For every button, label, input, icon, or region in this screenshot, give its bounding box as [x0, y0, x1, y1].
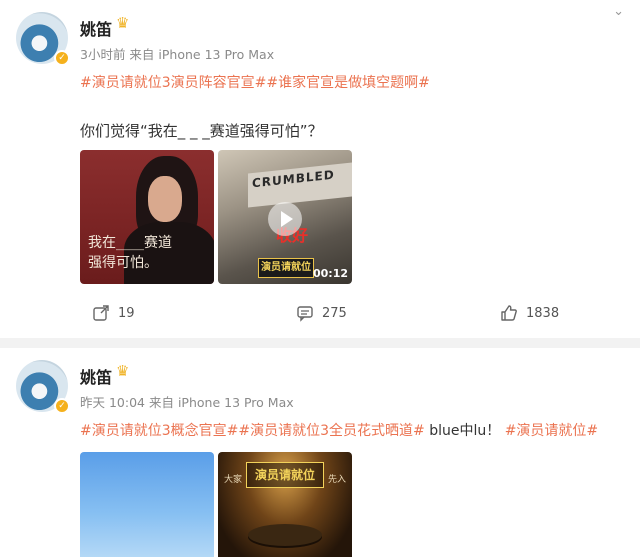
crown-icon: ♛	[116, 14, 130, 32]
post-image[interactable]: 演员请就位 大家 先入	[218, 452, 352, 557]
post-card: ✓ 姚笛 ♛ 3小时前 来自 iPhone 13 Pro Max ⌄ #演员请就…	[0, 0, 640, 338]
image-side-text: 先入	[327, 475, 346, 485]
repost-icon	[93, 305, 109, 321]
crown-icon: ♛	[116, 362, 130, 380]
author-name[interactable]: 姚笛	[80, 364, 112, 388]
stage-table	[248, 524, 322, 546]
like-button[interactable]: 1838	[500, 304, 559, 322]
verified-icon: ✓	[54, 50, 70, 66]
poster-text: 强得可怕。	[88, 255, 158, 271]
play-icon[interactable]	[268, 202, 302, 236]
topic-link[interactable]: #演员请就位3概念官宣#	[80, 423, 238, 439]
repost-count: 19	[118, 305, 135, 321]
post-meta: 3小时前 来自 iPhone 13 Pro Max	[80, 47, 275, 62]
topic-link[interactable]: #谁家官宣是做填空题啊#	[266, 75, 429, 91]
topic-link[interactable]: #演员请就位3全员花式晒道#	[238, 423, 424, 439]
video-duration: 00:12	[312, 267, 348, 280]
like-count: 1838	[526, 305, 560, 321]
image-side-text: 大家	[224, 475, 243, 485]
action-bar: 19 275 1838	[0, 298, 640, 330]
show-logo: 演员请就位	[246, 462, 324, 488]
author-name[interactable]: 姚笛	[80, 16, 112, 40]
chevron-down-icon[interactable]: ⌄	[613, 4, 624, 19]
topic-tags: #演员请就位3演员阵容官宣##谁家官宣是做填空题啊#	[80, 72, 430, 92]
comment-button[interactable]: 275	[296, 304, 347, 322]
post-video[interactable]: CRUMBLED 收好 演员请就位 00:12	[218, 150, 352, 284]
post-meta: 昨天 10:04 来自 iPhone 13 Pro Max	[80, 395, 294, 410]
topic-tags: #演员请就位3概念官宣##演员请就位3全员花式晒道# blue中lu！ #演员请…	[80, 420, 598, 440]
topic-link[interactable]: #演员请就位#	[505, 423, 598, 439]
post-text: 你们觉得“我在_ _ _赛道强得可怕”？	[80, 122, 323, 140]
topic-link[interactable]: #演员请就位3演员阵容官宣#	[80, 75, 266, 91]
comment-icon	[297, 306, 313, 322]
verified-icon: ✓	[54, 398, 70, 414]
show-logo: 演员请就位	[258, 258, 314, 278]
poster-text: 我在____赛道	[88, 235, 172, 251]
repost-button[interactable]: 19	[92, 304, 135, 322]
post-image[interactable]: 我在____赛道 强得可怕。	[80, 150, 214, 284]
comment-count: 275	[322, 305, 347, 321]
like-icon	[501, 305, 517, 321]
post-card: ✓ 姚笛 ♛ 昨天 10:04 来自 iPhone 13 Pro Max #演员…	[0, 348, 640, 557]
post-text: blue中lu！	[424, 423, 501, 439]
post-image[interactable]	[80, 452, 214, 557]
